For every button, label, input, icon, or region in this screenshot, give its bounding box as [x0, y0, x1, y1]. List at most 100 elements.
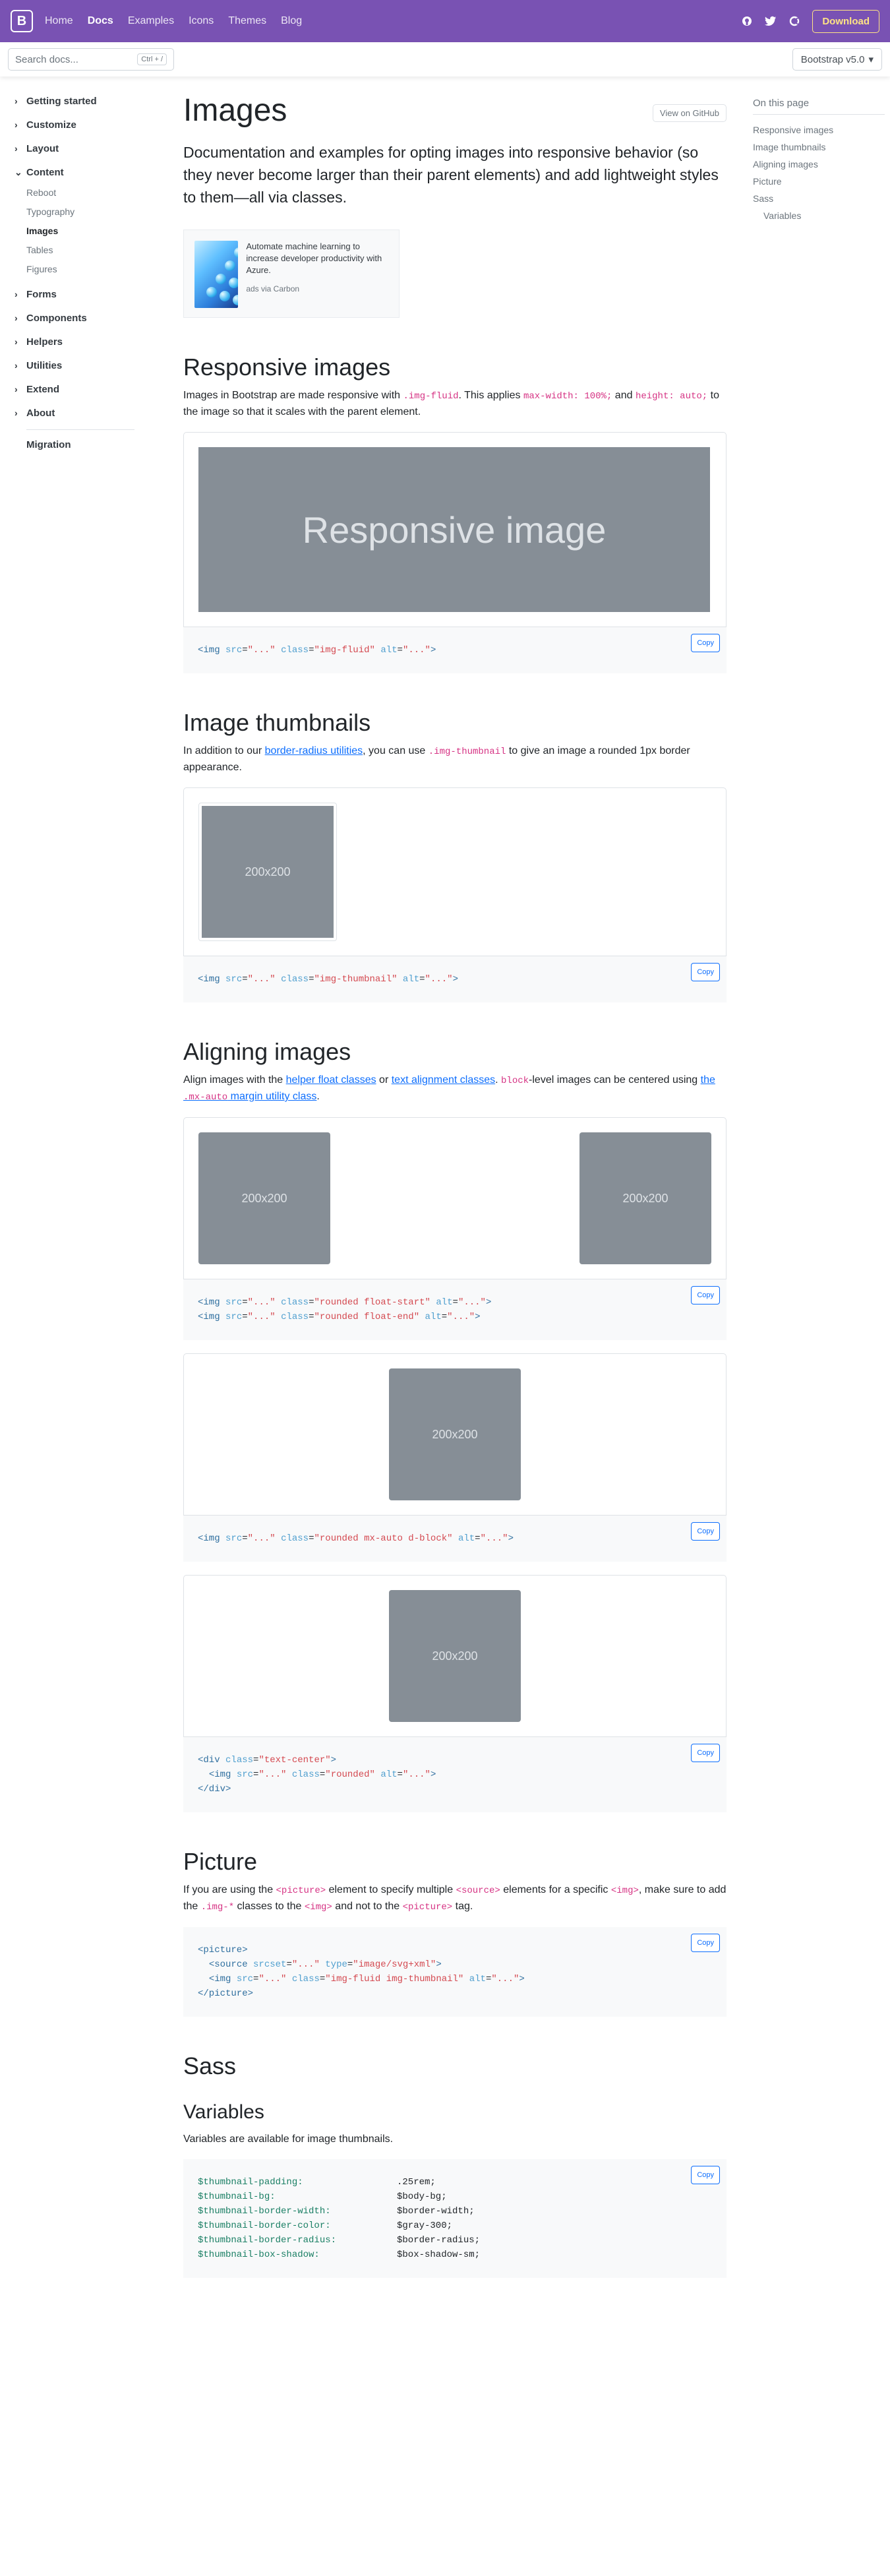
version-label: Bootstrap v5.0: [800, 53, 865, 65]
bootstrap-logo[interactable]: B: [11, 10, 33, 32]
sidebar-item-reboot[interactable]: Reboot: [26, 183, 146, 202]
variable-value: $border-width;: [397, 2206, 475, 2217]
section-image-thumbnails: Image thumbnails: [183, 709, 371, 736]
code-variables: Copy $thumbnail-padding: .25rem; $thumbnai…: [183, 2159, 727, 2278]
sidebar-item-utilities[interactable]: › Utilities: [15, 357, 146, 374]
sidebar-label: Customize: [26, 119, 76, 131]
search-input[interactable]: Search docs... Ctrl + /: [8, 48, 174, 71]
responsive-image-placeholder: Responsive image: [198, 447, 710, 612]
sidebar-item-tables[interactable]: Tables: [26, 241, 146, 260]
view-on-github-button[interactable]: View on GitHub: [652, 104, 727, 122]
sidebar-item-figures[interactable]: Figures: [26, 260, 146, 279]
main-nav: Home Docs Examples Icons Themes Blog: [45, 15, 302, 27]
sidebar-item-images[interactable]: Images: [26, 222, 146, 241]
version-dropdown[interactable]: Bootstrap v5.0 ▾: [792, 48, 882, 71]
section-picture: Picture: [183, 1848, 258, 1875]
carbon-ad[interactable]: Automate machine learning to increase de…: [183, 230, 400, 318]
copy-button[interactable]: Copy: [691, 634, 720, 652]
code-responsive: Copy <img src="..." class="img-fluid" alt…: [183, 627, 727, 673]
copy-button[interactable]: Copy: [691, 1286, 720, 1304]
sidebar-item-extend[interactable]: › Extend: [15, 381, 146, 398]
page-lead: Documentation and examples for opting im…: [183, 144, 719, 206]
sidebar-item-forms[interactable]: › Forms: [15, 286, 146, 303]
ad-text[interactable]: Automate machine learning to increase de…: [246, 241, 388, 276]
section-responsive-images: Responsive images: [183, 353, 391, 381]
toc-item-picture[interactable]: Picture: [753, 173, 885, 190]
sidebar-label: About: [26, 407, 55, 419]
sidebar-item-customize[interactable]: › Customize: [15, 116, 146, 133]
ad-via[interactable]: ads via Carbon: [246, 284, 388, 293]
aligning-description: Align images with the helper float class…: [183, 1074, 715, 1103]
chevron-right-icon: ›: [15, 119, 18, 130]
top-navbar: B Home Docs Examples Icons Themes Blog D…: [0, 0, 890, 42]
variable-value: $border-radius;: [397, 2235, 481, 2246]
main-content: Images View on GitHub Documentation and …: [183, 92, 727, 2278]
variable-row: $thumbnail-border-width: $border-width;: [198, 2204, 712, 2219]
chevron-right-icon: ›: [15, 384, 18, 394]
nav-blog[interactable]: Blog: [281, 15, 302, 27]
sidebar-item-layout[interactable]: › Layout: [15, 140, 146, 157]
sidebar-item-migration[interactable]: Migration: [15, 439, 146, 450]
sidebar-item-typography[interactable]: Typography: [26, 202, 146, 222]
variable-name: $thumbnail-padding:: [198, 2177, 303, 2188]
copy-button[interactable]: Copy: [691, 1522, 720, 1541]
chevron-right-icon: ›: [15, 96, 18, 106]
search-shortcut: Ctrl + /: [137, 53, 167, 65]
float-classes-link[interactable]: helper float classes: [286, 1074, 376, 1086]
variable-name: $thumbnail-bg:: [198, 2192, 276, 2202]
toc-item-variables[interactable]: Variables: [753, 207, 885, 224]
toc-item-image-thumbnails[interactable]: Image thumbnails: [753, 138, 885, 156]
nav-themes[interactable]: Themes: [228, 15, 266, 27]
download-button[interactable]: Download: [812, 9, 879, 33]
border-radius-link[interactable]: border-radius utilities: [265, 745, 363, 756]
github-icon[interactable]: [741, 15, 753, 27]
nav-home[interactable]: Home: [45, 15, 73, 27]
variable-row: $thumbnail-box-shadow: $box-shadow-sm;: [198, 2248, 712, 2262]
chevron-down-icon: ⌄: [15, 166, 22, 177]
sidebar-item-helpers[interactable]: › Helpers: [15, 333, 146, 350]
variable-row: $thumbnail-padding: .25rem;: [198, 2175, 712, 2190]
chevron-right-icon: ›: [15, 313, 18, 323]
toc-item-aligning-images[interactable]: Aligning images: [753, 156, 885, 173]
docs-sidebar: › Getting started › Customize › Layout ⌄ Con…: [15, 92, 146, 450]
sidebar-item-components[interactable]: › Components: [15, 309, 146, 326]
text-alignment-link[interactable]: text alignment classes: [392, 1074, 495, 1086]
sidebar-item-about[interactable]: › About: [15, 404, 146, 421]
example-text-center: 200x200: [183, 1575, 727, 1737]
variables-description: Variables are available for image thumbn…: [183, 2133, 394, 2145]
code-float: Copy <img src="..." class="rounded float-…: [183, 1279, 727, 1340]
example-mx-auto: 200x200: [183, 1353, 727, 1516]
chevron-right-icon: ›: [15, 289, 18, 299]
sidebar-label: Getting started: [26, 95, 97, 107]
nav-docs[interactable]: Docs: [88, 15, 113, 27]
float-start-placeholder: 200x200: [198, 1132, 330, 1264]
sidebar-item-getting-started[interactable]: › Getting started: [15, 92, 146, 109]
ad-image[interactable]: [194, 241, 239, 308]
sidebar-content-list: Reboot Typography Images Tables Figures: [15, 183, 146, 279]
sidebar-item-content[interactable]: ⌄ Content: [15, 164, 146, 181]
sidebar-label: Components: [26, 312, 87, 324]
twitter-icon[interactable]: [765, 15, 777, 27]
copy-button[interactable]: Copy: [691, 963, 720, 981]
code-picture: Copy <picture> <source srcset="..." type=…: [183, 1927, 727, 2017]
toc-item-responsive-images[interactable]: Responsive images: [753, 121, 885, 138]
toc-item-sass[interactable]: Sass: [753, 190, 885, 207]
sidebar-label: Forms: [26, 288, 57, 300]
text-center-placeholder: 200x200: [389, 1590, 521, 1722]
nav-examples[interactable]: Examples: [128, 15, 174, 27]
example-thumbnail: 200x200: [183, 787, 727, 956]
thumbnails-description: In addition to our border-radius utiliti…: [183, 745, 690, 773]
copy-button[interactable]: Copy: [691, 2166, 720, 2184]
sidebar-label: Utilities: [26, 359, 63, 371]
copy-button[interactable]: Copy: [691, 1934, 720, 1952]
opencollective-icon[interactable]: [788, 15, 800, 27]
variable-row: $thumbnail-bg: $body-bg;: [198, 2190, 712, 2204]
copy-button[interactable]: Copy: [691, 1744, 720, 1762]
sidebar-label: Extend: [26, 383, 60, 395]
thumbnail-placeholder: 200x200: [202, 806, 334, 938]
chevron-down-icon: ▾: [868, 54, 874, 65]
variable-value: $gray-300;: [397, 2221, 453, 2231]
variable-name: $thumbnail-border-width:: [198, 2206, 331, 2217]
nav-icons[interactable]: Icons: [189, 15, 214, 27]
mx-auto-placeholder: 200x200: [389, 1368, 521, 1500]
